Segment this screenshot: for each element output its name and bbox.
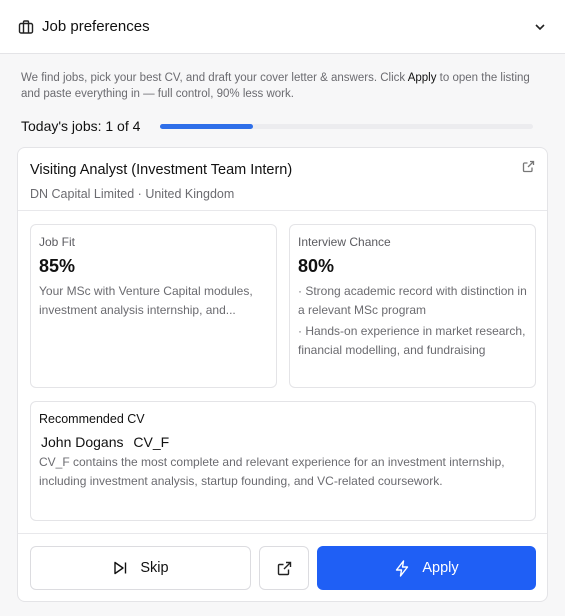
recommended-cv-description: CV_F contains the most complete and rele… [39,455,505,488]
interview-reason: · Strong academic record with distinctio… [298,284,527,317]
recommended-cv-label: Recommended CV [39,412,145,426]
external-link-icon[interactable] [522,160,535,173]
progress-track [160,123,533,129]
job-fit-box: Job Fit 85% Your MSc with Venture Capita… [30,224,277,388]
apply-button[interactable]: Apply [317,546,536,590]
action-bar: Skip Apply [18,533,547,602]
skip-button-label: Skip [140,560,169,576]
lightning-bolt-icon [394,559,410,577]
recommended-cv-name: John Dogans CV_F [39,434,527,450]
job-preferences-header[interactable]: Job preferences [0,0,565,54]
cv-file: CV_F [133,434,170,450]
job-card: Visiting Analyst (Investment Team Intern… [17,147,548,602]
header-title: Job preferences [42,18,150,35]
interview-chance-label: Interview Chance [298,235,391,249]
interview-chance-box: Interview Chance 80% · Strong academic r… [289,224,536,388]
interview-reason: · Hands-on experience in market research… [298,324,526,357]
chevron-down-icon[interactable] [533,20,547,34]
intro-text-before: We find jobs, pick your best CV, and dra… [21,72,408,84]
interview-chance-value: 80% [298,256,335,276]
intro-text: We find jobs, pick your best CV, and dra… [0,54,565,102]
progress-row: Today's jobs: 1 of 4 [0,116,565,136]
header-left: Job preferences [18,18,150,35]
progress-fill [160,123,254,129]
skip-forward-icon [112,560,128,576]
job-fit-value: 85% [39,256,76,276]
briefcase-icon [18,19,34,35]
interview-chance-reasons: · Strong academic record with distinctio… [298,282,527,360]
skip-button[interactable]: Skip [30,546,251,590]
recommended-cv-box: Recommended CV John Dogans CV_F CV_F con… [30,401,536,521]
progress-label: Today's jobs: 1 of 4 [21,118,141,134]
intro-apply-word: Apply [407,72,437,84]
job-card-header: Visiting Analyst (Investment Team Intern… [18,148,547,211]
cv-owner: John Dogans [41,434,124,450]
job-preferences-panel: Job preferences We find jobs, pick your … [0,0,565,616]
job-title: Visiting Analyst (Investment Team Intern… [30,162,293,178]
job-subtitle: DN Capital Limited · United Kingdom [30,187,235,201]
job-fit-text: Your MSc with Venture Capital modules, i… [39,284,253,317]
open-listing-button[interactable] [259,546,309,590]
job-fit-label: Job Fit [39,235,76,249]
external-link-icon [277,561,292,576]
apply-button-label: Apply [422,560,459,576]
